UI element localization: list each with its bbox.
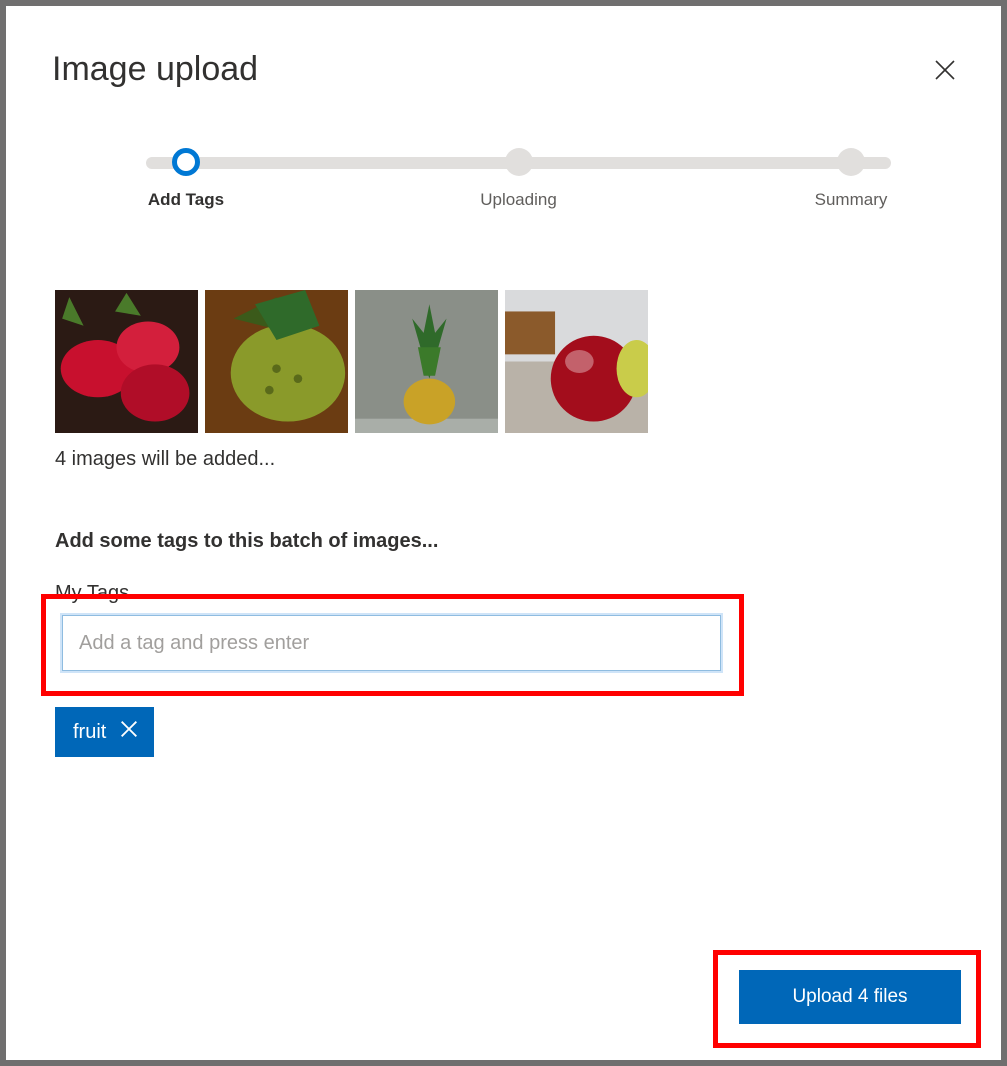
image-thumbnails	[55, 290, 648, 433]
step-label: Uploading	[480, 190, 557, 210]
tags-instruction: Add some tags to this batch of images...	[55, 530, 438, 553]
progress-stepper: Add Tags Uploading Summary	[126, 156, 911, 170]
my-tags-label: My Tags	[55, 582, 129, 605]
step-circle-icon	[505, 148, 533, 176]
tag-input-container	[62, 615, 721, 671]
step-label: Add Tags	[148, 190, 224, 210]
upload-button[interactable]: Upload 4 files	[739, 970, 961, 1024]
thumbnail[interactable]	[205, 290, 348, 433]
step-summary: Summary	[791, 148, 911, 210]
image-upload-dialog: Image upload Add Tags Uploading S	[6, 6, 1001, 1060]
close-icon	[933, 58, 957, 87]
tag-input[interactable]	[62, 615, 721, 671]
close-button[interactable]	[929, 56, 961, 88]
upload-button-label: Upload 4 files	[792, 986, 907, 1008]
step-circle-icon	[837, 148, 865, 176]
step-add-tags: Add Tags	[126, 148, 246, 210]
tag-chip: fruit	[55, 707, 154, 757]
dialog-header: Image upload	[52, 50, 961, 89]
step-label: Summary	[815, 190, 888, 210]
dialog-title: Image upload	[52, 50, 258, 89]
thumbnail[interactable]	[355, 290, 498, 433]
image-count-text: 4 images will be added...	[55, 448, 275, 471]
thumbnail[interactable]	[505, 290, 648, 433]
tag-chip-label: fruit	[73, 721, 106, 744]
close-icon	[118, 718, 140, 746]
step-circle-icon	[172, 148, 200, 176]
remove-tag-button[interactable]	[118, 718, 140, 746]
step-uploading: Uploading	[459, 148, 579, 210]
thumbnail[interactable]	[55, 290, 198, 433]
